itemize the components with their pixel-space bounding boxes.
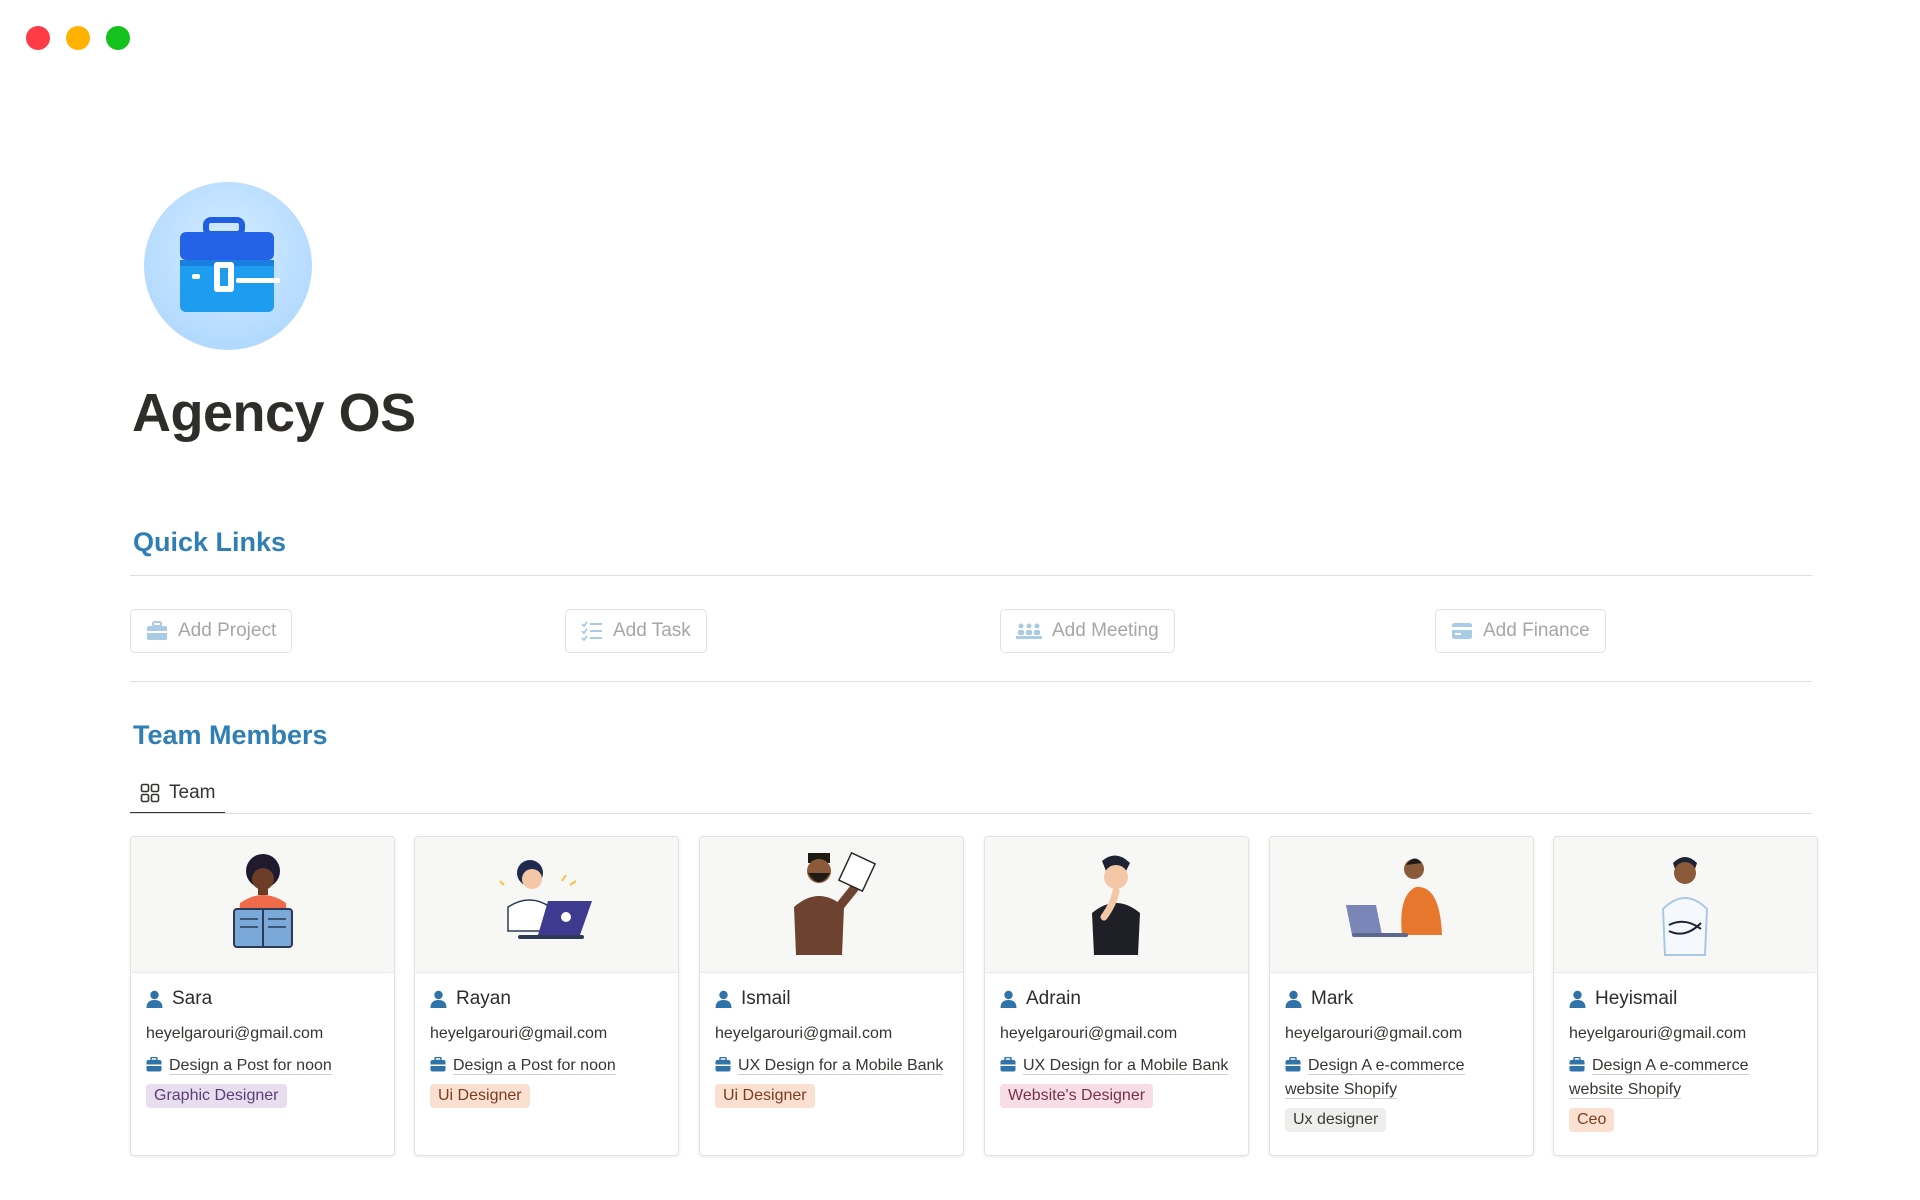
role-tag: Website's Designer (1000, 1084, 1154, 1108)
member-project[interactable]: Design a Post for noon (430, 1054, 663, 1078)
add-meeting-label: Add Meeting (1052, 620, 1159, 641)
add-task-label: Add Task (613, 620, 691, 641)
member-project[interactable]: UX Design for a Mobile Bank (1000, 1054, 1233, 1078)
close-window-button[interactable] (26, 26, 50, 50)
member-name[interactable]: Rayan (430, 987, 663, 1011)
card-cover (1270, 837, 1533, 973)
page-title: Agency OS (132, 383, 416, 443)
quick-links-heading: Quick Links (133, 527, 287, 557)
team-members-heading: Team Members (133, 720, 328, 750)
briefcase-icon (147, 621, 167, 640)
checklist-icon (581, 621, 602, 641)
card-cover (985, 837, 1248, 973)
person-icon (1569, 990, 1586, 1008)
person-icon (146, 990, 163, 1008)
team-member-card[interactable]: Sara heyelgarouri@gmail.com Design a Pos… (130, 836, 395, 1156)
team-member-card[interactable]: Ismail heyelgarouri@gmail.com UX Design … (699, 836, 964, 1156)
role-tag: Ui Designer (430, 1084, 530, 1108)
page-icon[interactable] (144, 182, 312, 350)
person-reading-illustration (232, 854, 293, 948)
role-tag: Graphic Designer (146, 1084, 287, 1108)
member-project[interactable]: Design a Post for noon (146, 1054, 379, 1078)
briefcase-icon (1000, 1057, 1016, 1072)
card-cover (415, 837, 678, 973)
card-cover (1554, 837, 1817, 973)
briefcase-icon (1569, 1057, 1585, 1072)
member-project[interactable]: Design A e-commerce website Shopify (1285, 1054, 1518, 1102)
section-divider (130, 681, 1812, 682)
member-name[interactable]: Sara (146, 987, 379, 1011)
tab-team-label: Team (169, 782, 216, 803)
team-member-card[interactable]: Adrain heyelgarouri@gmail.com UX Design … (984, 836, 1249, 1156)
briefcase-icon (430, 1057, 446, 1072)
member-name[interactable]: Heyismail (1569, 987, 1802, 1011)
briefcase-icon (146, 1057, 162, 1072)
member-email[interactable]: heyelgarouri@gmail.com (430, 1025, 663, 1043)
card-cover (131, 837, 394, 973)
meeting-icon (1016, 623, 1042, 639)
maximize-window-button[interactable] (106, 26, 130, 50)
person-icon (1285, 990, 1302, 1008)
quick-links-divider (130, 575, 1812, 576)
role-tag: Ux designer (1285, 1108, 1387, 1132)
role-tag: Ceo (1569, 1108, 1615, 1132)
member-email[interactable]: heyelgarouri@gmail.com (715, 1025, 948, 1043)
member-name[interactable]: Mark (1285, 987, 1518, 1011)
member-name[interactable]: Ismail (715, 987, 948, 1011)
tab-divider (130, 813, 1812, 814)
member-email[interactable]: heyelgarouri@gmail.com (1285, 1025, 1518, 1043)
tab-team[interactable]: Team (130, 774, 226, 814)
role-tag: Ui Designer (715, 1084, 815, 1108)
person-working-illustration (1345, 858, 1442, 937)
add-finance-label: Add Finance (1483, 620, 1590, 641)
gallery-icon (140, 783, 160, 803)
member-project[interactable]: UX Design for a Mobile Bank (715, 1054, 948, 1078)
briefcase-icon (180, 217, 280, 312)
card-cover (700, 837, 963, 973)
briefcase-icon (715, 1057, 731, 1072)
team-member-card[interactable]: Rayan heyelgarouri@gmail.com Design a Po… (414, 836, 679, 1156)
person-icon (430, 990, 447, 1008)
member-email[interactable]: heyelgarouri@gmail.com (1000, 1025, 1233, 1043)
member-project[interactable]: Design A e-commerce website Shopify (1569, 1054, 1802, 1102)
member-email[interactable]: heyelgarouri@gmail.com (146, 1025, 379, 1043)
add-meeting-button[interactable]: Add Meeting (1000, 609, 1175, 653)
person-laptop-illustration (498, 860, 592, 939)
member-name[interactable]: Adrain (1000, 987, 1233, 1011)
add-project-button[interactable]: Add Project (130, 609, 293, 653)
member-email[interactable]: heyelgarouri@gmail.com (1569, 1025, 1802, 1043)
add-project-label: Add Project (178, 620, 277, 641)
person-icon (715, 990, 732, 1008)
person-thinking-illustration (793, 851, 876, 955)
window-controls (26, 26, 130, 50)
team-member-card[interactable]: Heyismail heyelgarouri@gmail.com Design … (1553, 836, 1818, 1156)
add-finance-button[interactable]: Add Finance (1435, 609, 1606, 653)
person-standing-illustration (1661, 857, 1708, 956)
person-icon (1000, 990, 1017, 1008)
minimize-window-button[interactable] (66, 26, 90, 50)
person-pondering-illustration (1091, 855, 1140, 955)
briefcase-icon (1285, 1057, 1301, 1072)
add-task-button[interactable]: Add Task (565, 609, 707, 653)
team-member-card[interactable]: Mark heyelgarouri@gmail.com Design A e-c… (1269, 836, 1534, 1156)
credit-card-icon (1452, 623, 1472, 639)
